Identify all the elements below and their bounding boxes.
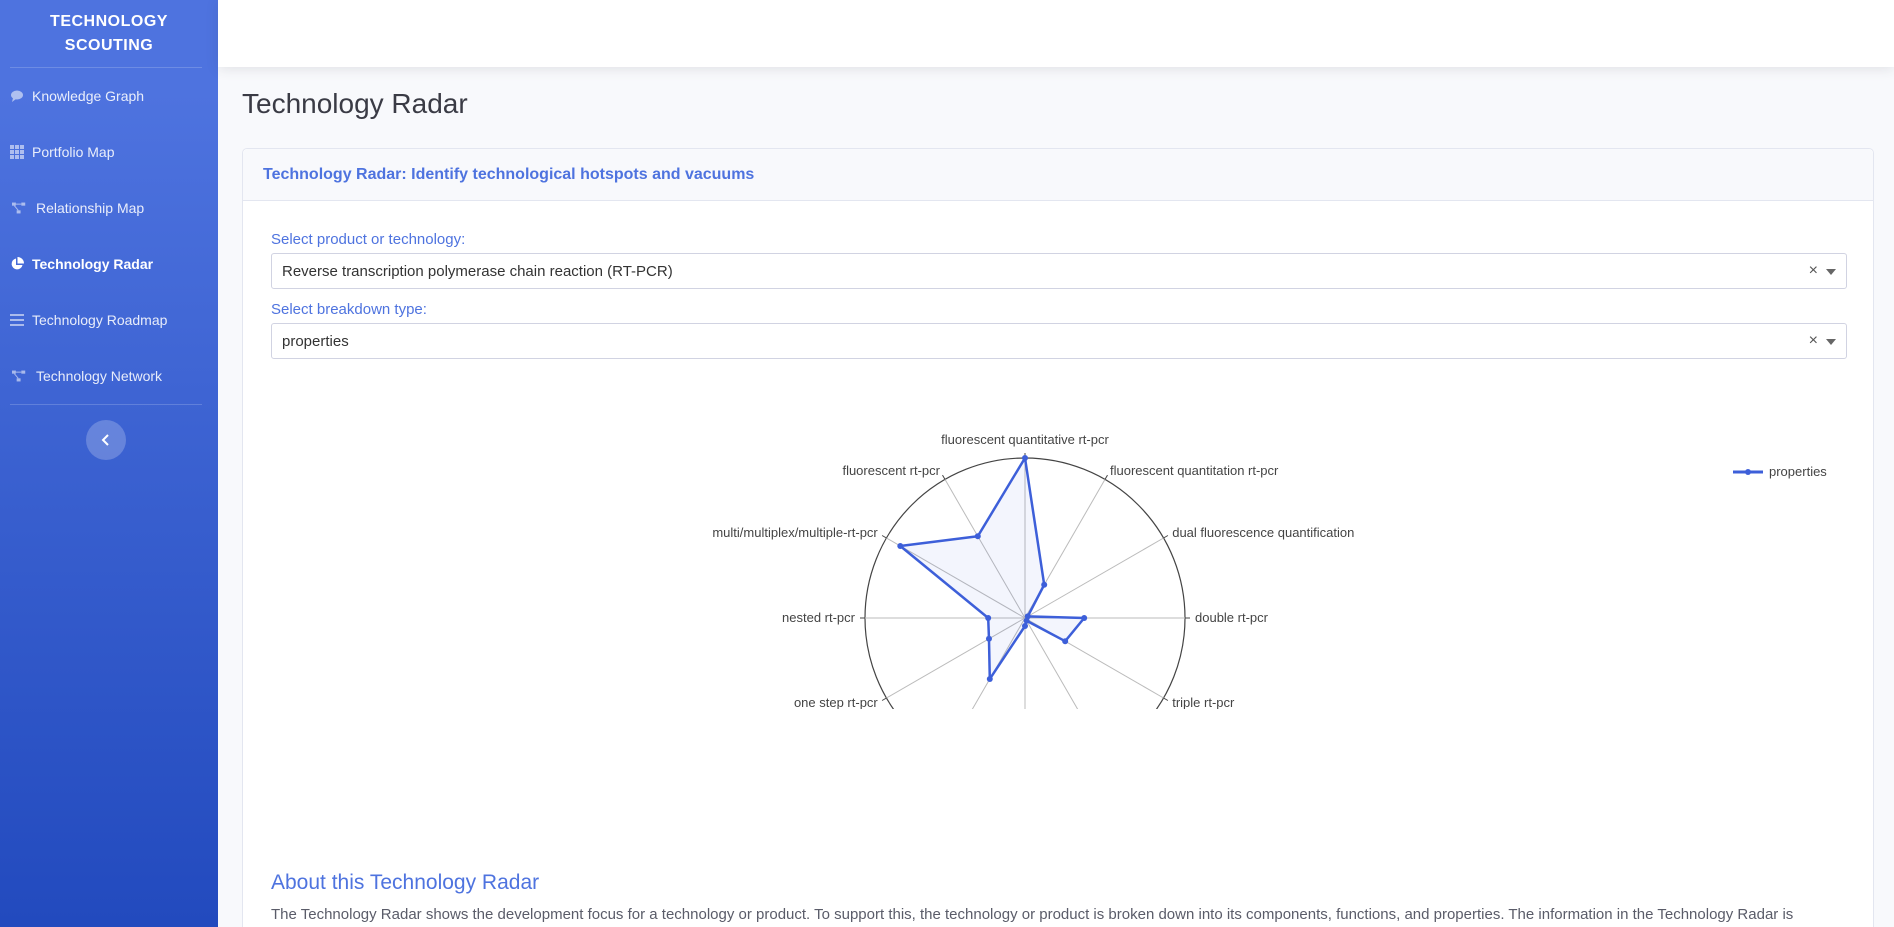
radar-tick — [1163, 535, 1169, 539]
page-title: Technology Radar — [242, 88, 468, 119]
sidebar-item-technology-roadmap[interactable]: Technology Roadmap — [0, 292, 218, 348]
sidebar-item-technology-network[interactable]: Technology Network — [0, 348, 218, 404]
chevron-left-icon — [100, 434, 112, 446]
sidebar-item-technology-radar[interactable]: Technology Radar — [0, 236, 218, 292]
radar-category-label: dual fluorescence quantification — [1172, 525, 1354, 540]
radar-category-label: multi/multiplex/multiple-rt-pcr — [712, 525, 878, 540]
chart-legend[interactable]: properties — [1733, 464, 1827, 479]
radar-data-point — [897, 543, 904, 549]
sidebar-item-portfolio-map[interactable]: Portfolio Map — [0, 124, 218, 180]
radar-data-point — [1081, 615, 1088, 621]
radar-chart: fluorescent quantitative rt-pcr fluoresce… — [712, 432, 1354, 709]
radar-data-point — [1023, 617, 1030, 624]
radar-category-label: fluorescent rt-pcr — [842, 463, 940, 478]
about-title: About this Technology Radar — [271, 871, 540, 894]
sidebar-divider — [10, 404, 202, 405]
radar-tick — [1104, 474, 1108, 480]
sidebar-brand[interactable]: TECHNOLOGY SCOUTING — [0, 0, 218, 67]
list-icon — [10, 313, 24, 327]
radar-data-point — [985, 635, 992, 642]
sidebar-item-label: Technology Network — [36, 368, 163, 384]
grid-icon — [10, 145, 24, 159]
radar-data-point — [1022, 623, 1028, 629]
radar-category-label: nested rt-pcr — [782, 610, 856, 625]
radar-tick — [1163, 697, 1169, 701]
sidebar-item-knowledge-graph[interactable]: Knowledge Graph — [0, 68, 218, 124]
radar-spoke — [1024, 537, 1164, 619]
radar-data-point — [986, 675, 993, 682]
about-text: The Technology Radar shows the developme… — [271, 906, 1794, 923]
radar-data-point — [1041, 581, 1048, 588]
sidebar-item-relationship-map[interactable]: Relationship Map — [0, 180, 218, 236]
radar-category-label: fluorescent quantitation rt-pcr — [1110, 463, 1279, 478]
radar-category-label: one step rt-pcr — [794, 695, 878, 709]
network-icon — [10, 369, 28, 383]
radar-tick — [881, 535, 887, 539]
sidebar-item-label: Portfolio Map — [32, 144, 115, 160]
comment-icon — [10, 89, 24, 103]
radar-tick — [881, 697, 887, 701]
radar-data-point — [1022, 455, 1028, 461]
sidebar-item-label: Relationship Map — [36, 200, 145, 216]
sidebar-item-label: Technology Radar — [32, 256, 154, 272]
network-icon — [10, 201, 28, 215]
radar-data-point — [985, 615, 992, 621]
radar-data-point — [974, 533, 981, 540]
sidebar-item-label: Technology Roadmap — [32, 312, 168, 328]
radar-category-label: fluorescent quantitative rt-pcr — [941, 432, 1109, 447]
sidebar-item-label: Knowledge Graph — [32, 88, 145, 104]
legend-line-icon — [1733, 468, 1763, 475]
radar-category-label: triple rt-pcr — [1172, 695, 1235, 709]
sidebar-toggle-button[interactable] — [86, 420, 126, 460]
sidebar: TECHNOLOGY SCOUTING Knowledge Graph Port… — [0, 0, 218, 927]
pie-chart-icon — [10, 257, 24, 271]
radar-tick — [942, 474, 946, 480]
radar-card: Technology Radar: Identify technological… — [242, 148, 1874, 927]
radar-category-label: double rt-pcr — [1195, 610, 1269, 625]
legend-label: properties — [1769, 464, 1827, 479]
radar-data-point — [1062, 638, 1069, 645]
topbar — [218, 0, 1894, 67]
